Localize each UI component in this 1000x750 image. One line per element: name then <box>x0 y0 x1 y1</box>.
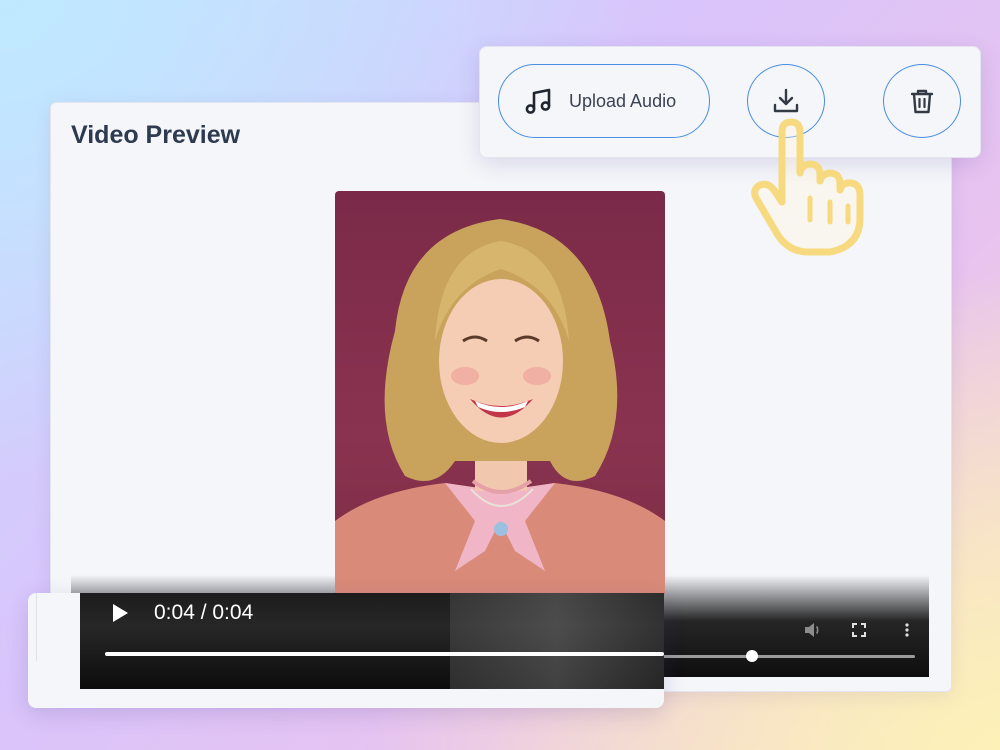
more-vertical-icon[interactable] <box>900 622 914 638</box>
hand-pointer-icon <box>751 118 864 256</box>
video-frame <box>335 191 665 596</box>
audio-toolbar: Upload Audio <box>479 46 981 158</box>
page-title: Video Preview <box>71 121 241 149</box>
progress-handle[interactable] <box>746 650 758 662</box>
card-edge <box>36 593 37 661</box>
time-display: 0:04 / 0:04 <box>154 601 254 624</box>
controls-shadow <box>450 593 664 689</box>
portrait-illustration <box>335 219 665 596</box>
upload-audio-label: Upload Audio <box>569 90 677 111</box>
trash-icon <box>910 89 934 114</box>
progress-bar[interactable] <box>105 652 664 656</box>
play-icon[interactable] <box>110 603 130 623</box>
upload-audio-button[interactable]: Upload Audio <box>498 64 710 138</box>
download-icon <box>773 88 799 113</box>
progress-track-remainder[interactable] <box>647 655 915 658</box>
volume-icon[interactable] <box>804 622 822 638</box>
delete-button[interactable] <box>883 64 961 138</box>
fullscreen-icon[interactable] <box>851 622 867 638</box>
music-note-icon <box>525 88 551 114</box>
